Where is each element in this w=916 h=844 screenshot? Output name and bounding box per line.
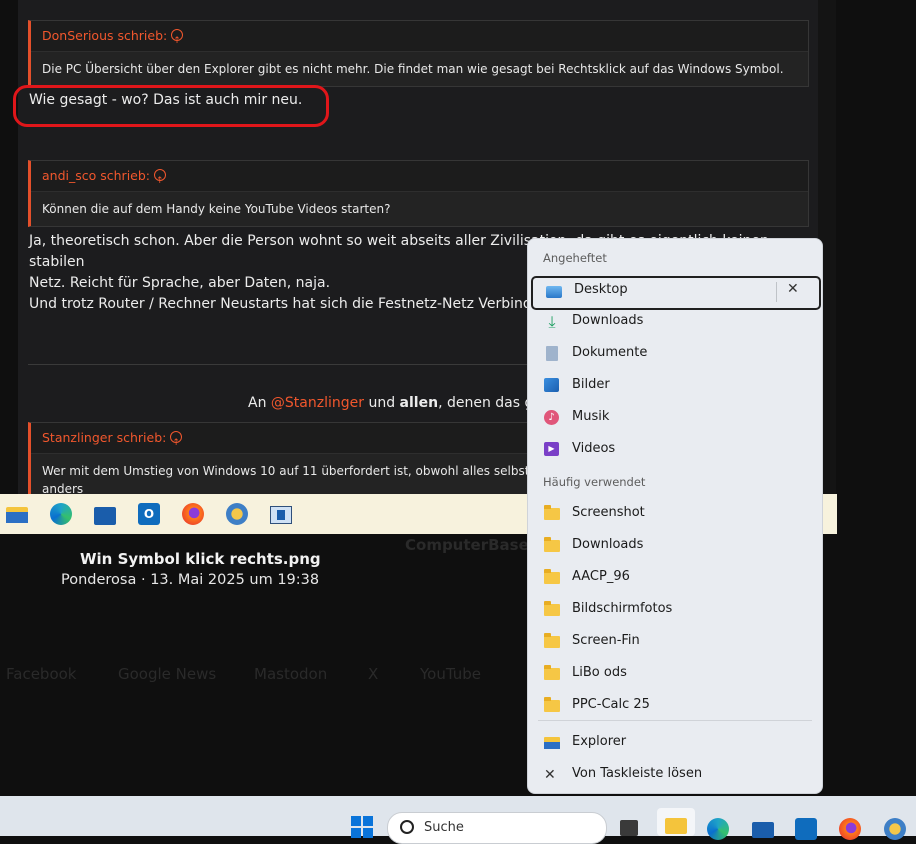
red-annotation-ellipse — [13, 85, 329, 127]
quote-author[interactable]: andi_sco schrieb: — [31, 161, 808, 196]
jump-to-quote-icon[interactable] — [171, 26, 184, 56]
explorer-icon — [544, 735, 560, 751]
quote-donserious: DonSerious schrieb: Die PC Übersicht übe… — [28, 20, 809, 87]
footer-x-link[interactable]: X — [368, 665, 378, 683]
item-label: Explorer — [572, 734, 627, 749]
frequent-item[interactable]: AACP_96 — [528, 563, 822, 593]
image-caption-subtitle: Ponderosa · 13. Mai 2025 um 19:38 — [61, 572, 320, 588]
mention-link[interactable]: @Stanzlinger — [271, 395, 364, 411]
edge-icon[interactable] — [50, 503, 72, 525]
search-placeholder: Suche — [424, 820, 464, 835]
quote-author[interactable]: DonSerious schrieb: — [31, 21, 808, 56]
folder-icon — [544, 601, 560, 616]
pinned-item-videos[interactable]: ▶ Videos — [528, 435, 822, 465]
quote-text: Die PC Übersicht über den Explorer gibt … — [31, 51, 808, 86]
document-icon — [544, 346, 560, 362]
videos-icon: ▶ — [544, 442, 560, 458]
folder-icon — [544, 537, 560, 552]
footer-mastodon-link[interactable]: Mastodon — [254, 665, 327, 683]
folder-icon — [544, 633, 560, 648]
file-explorer-icon[interactable] — [6, 503, 28, 525]
item-label: Von Taskleiste lösen — [572, 766, 703, 781]
footer-computerbase-logo: ComputerBase — [405, 536, 529, 554]
frequent-item[interactable]: Bildschirmfotos — [528, 595, 822, 625]
footer-facebook-link[interactable]: Facebook — [6, 665, 76, 683]
frequent-item[interactable]: Screenshot — [528, 499, 822, 529]
music-icon: ♪ — [544, 410, 560, 426]
divider — [538, 720, 812, 721]
firefox-icon[interactable] — [182, 503, 204, 525]
action-open-explorer[interactable]: Explorer — [528, 728, 822, 758]
footer-googlenews-link[interactable]: Google News — [118, 665, 216, 683]
explorer-jump-list: Angeheftet Desktop ✕ ⤓ Downloads Dokumen… — [527, 238, 823, 794]
download-icon: ⤓ — [548, 312, 556, 331]
item-label: Bilder — [572, 377, 610, 392]
file-explorer-icon — [665, 818, 687, 834]
taskbar-search-box[interactable] — [387, 812, 607, 844]
folder-icon — [544, 505, 560, 520]
item-label: Downloads — [572, 313, 644, 328]
unpin-icon: ✕ — [544, 767, 556, 783]
item-label: Bildschirmfotos — [572, 601, 673, 616]
item-label: Screen-Fin — [572, 633, 640, 648]
frequent-item[interactable]: LiBo ods — [528, 659, 822, 689]
jump-to-quote-icon[interactable] — [154, 166, 167, 196]
settings-gear-icon[interactable] — [884, 818, 906, 840]
quote-text: Können die auf dem Handy keine YouTube V… — [31, 191, 808, 226]
folder-icon — [544, 569, 560, 584]
item-label: LiBo ods — [572, 665, 627, 680]
search-icon — [400, 820, 414, 834]
item-label: Dokumente — [572, 345, 648, 360]
action-unpin-from-taskbar[interactable]: ✕ Von Taskleiste lösen — [528, 760, 822, 790]
thanks-line: An @Stanzlinger und allen, denen das gef… — [248, 395, 569, 411]
frequent-item[interactable]: Screen-Fin — [528, 627, 822, 657]
unpin-icon[interactable]: ✕ — [787, 281, 799, 297]
item-label: Downloads — [572, 537, 644, 552]
item-label: PPC-Calc 25 — [572, 697, 650, 712]
taskbar-explorer-button[interactable] — [657, 808, 695, 836]
outlook-icon[interactable]: O — [138, 503, 160, 525]
item-label: Musik — [572, 409, 610, 424]
windows-start-icon[interactable] — [351, 816, 373, 838]
pinned-item-musik[interactable]: ♪ Musik — [528, 403, 822, 433]
jump-to-quote-icon[interactable] — [170, 428, 183, 458]
footer-youtube-link[interactable]: YouTube — [420, 665, 481, 683]
item-label: AACP_96 — [572, 569, 630, 584]
firefox-icon[interactable] — [839, 818, 861, 840]
pictures-icon — [544, 378, 560, 394]
item-label: Screenshot — [572, 505, 645, 520]
store-icon[interactable] — [94, 503, 116, 525]
frequent-item[interactable]: Downloads — [528, 531, 822, 561]
pinned-header: Angeheftet — [543, 251, 607, 265]
frequent-header: Häufig verwendet — [543, 475, 646, 489]
pinned-item-bilder[interactable]: Bilder — [528, 371, 822, 401]
outlook-icon[interactable] — [795, 818, 817, 840]
pinned-item-dokumente[interactable]: Dokumente — [528, 339, 822, 369]
window-app-icon[interactable] — [270, 503, 292, 525]
frequent-item[interactable]: PPC-Calc 25 — [528, 691, 822, 721]
desktop-icon — [546, 284, 562, 300]
image-caption-title: Win Symbol klick rechts.png — [80, 550, 321, 568]
folder-icon — [544, 665, 560, 680]
folder-icon — [544, 697, 560, 712]
separator — [776, 282, 777, 302]
settings-gear-icon[interactable] — [226, 503, 248, 525]
quote-andi-sco: andi_sco schrieb: Können die auf dem Han… — [28, 160, 809, 227]
pinned-item-desktop[interactable]: Desktop ✕ — [531, 276, 821, 310]
pinned-item-downloads[interactable]: ⤓ Downloads — [528, 307, 822, 337]
item-label: Videos — [572, 441, 616, 456]
task-view-icon[interactable] — [620, 820, 638, 836]
item-label: Desktop — [574, 282, 628, 297]
edge-icon[interactable] — [707, 818, 729, 840]
